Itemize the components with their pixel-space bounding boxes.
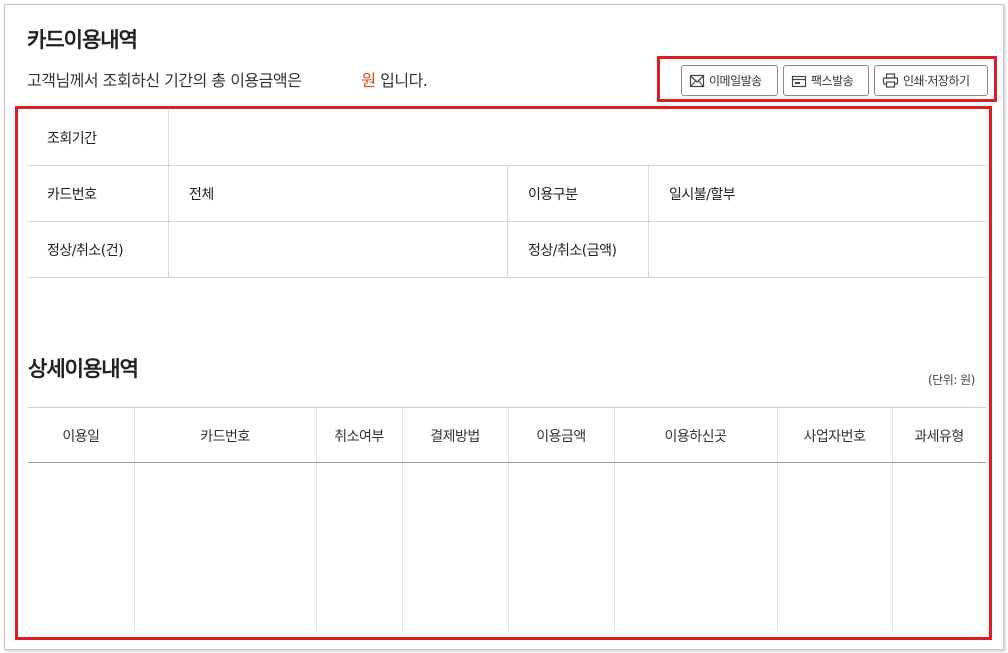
column-header-merchant: 이용하신곳 (664, 429, 727, 445)
print-save-button[interactable]: 인쇄·저장하기 (874, 65, 988, 96)
column-header-card-number: 카드번호 (200, 429, 250, 445)
fax-send-label: 팩스발송 (811, 74, 854, 88)
email-send-label: 이메일발송 (709, 74, 762, 88)
page-title: 카드이용내역 (27, 28, 138, 52)
period-label: 조회기간 (28, 110, 169, 166)
action-toolbar: 이메일발송 팩스발송 인쇄·저장하기 (681, 65, 988, 96)
usage-type-value: 일시불/할부 (648, 165, 986, 222)
detail-table: 이용일 카드번호 취소여부 결제방법 이용금액 이용하신곳 사업자번호 과세유형 (28, 407, 986, 631)
count-value (168, 221, 508, 278)
count-label: 정상/취소(건) (28, 221, 169, 278)
unit-note: (단위: 원) (928, 373, 975, 387)
period-row: 조회기간 (28, 110, 986, 166)
column-header-business-number: 사업자번호 (803, 429, 866, 445)
fax-icon (791, 74, 807, 88)
count-row: 정상/취소(건) 정상/취소(금액) (28, 221, 986, 278)
detail-table-header: 이용일 카드번호 취소여부 결제방법 이용금액 이용하신곳 사업자번호 과세유형 (28, 407, 986, 463)
column-header-tax-type: 과세유형 (914, 429, 964, 445)
card-number-label: 카드번호 (28, 165, 169, 222)
period-value (168, 110, 986, 166)
total-summary: 고객님께서 조회하신 기간의 총 이용금액은 원 입니다. (27, 67, 428, 91)
email-send-button[interactable]: 이메일발송 (681, 65, 778, 96)
fax-send-button[interactable]: 팩스발송 (783, 65, 869, 96)
summary-text: 고객님께서 조회하신 기간의 총 이용금액은 (27, 71, 302, 90)
print-save-label: 인쇄·저장하기 (903, 74, 970, 88)
search-info-table: 조회기간 카드번호 전체 이용구분 일시불/할부 정상/취소(건) 정상/취소(… (28, 110, 986, 278)
usage-type-label: 이용구분 (507, 165, 649, 222)
detail-title: 상세이용내역 (28, 357, 139, 381)
amount-label: 정상/취소(금액) (507, 221, 649, 278)
printer-icon (882, 73, 899, 88)
card-row: 카드번호 전체 이용구분 일시불/할부 (28, 165, 986, 222)
column-header-cancel-status: 취소여부 (334, 429, 384, 445)
column-header-amount: 이용금액 (536, 429, 586, 445)
card-number-value: 전체 (168, 165, 508, 222)
summary-unit: 원 (361, 71, 376, 90)
summary-suffix: 입니다. (375, 71, 428, 90)
column-header-date: 이용일 (62, 429, 100, 445)
column-header-payment-method: 결제방법 (430, 429, 480, 445)
amount-value (648, 221, 986, 278)
envelope-icon (689, 74, 705, 88)
